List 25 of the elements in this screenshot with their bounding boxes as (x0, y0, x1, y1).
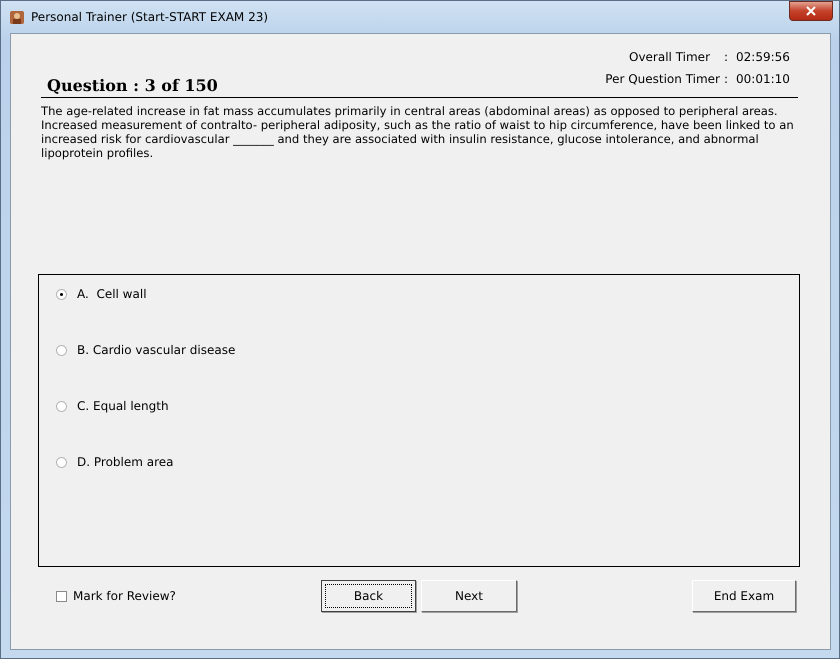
checkbox-label: Mark for Review? (73, 589, 176, 603)
checkbox[interactable] (56, 590, 67, 602)
window-title: Personal Trainer (Start-START EXAM 23) (31, 10, 270, 24)
question-heading: Question : 3 of 150 (46, 76, 218, 95)
option-label: D. Problem area (77, 455, 174, 469)
timer-label: Overall Timer (629, 50, 711, 64)
close-icon (806, 6, 816, 16)
next-button[interactable]: Next (421, 580, 517, 612)
radio-button[interactable] (56, 288, 67, 300)
option-label: B. Cardio vascular disease (77, 343, 236, 357)
radio-button[interactable] (56, 344, 67, 356)
option-label: C. Equal length (77, 399, 169, 413)
radio-button[interactable] (56, 400, 67, 412)
timer-separator: : (724, 50, 730, 64)
question-text: The age-related increase in fat mass accumulates primarily in central areas (abdominal areas) as opposed to peripheral areas. Increased measurement of contralto- peripheral adiposity, such as the ratio of waist to hip circumference, have been linked to an increased risk for cardiovascular _______ and they are associated with insulin resistance, glucose intolerance, and abnormal lipoprotein profiles. (40, 103, 795, 162)
timer-value: 02:59:56 (736, 50, 791, 64)
timer-separator: : (724, 72, 730, 86)
radio-button[interactable] (56, 456, 67, 468)
timer-value: 00:01:10 (736, 72, 791, 86)
end-exam-button[interactable]: End Exam (692, 580, 796, 612)
timer-label: Per Question Timer (605, 72, 720, 86)
back-button[interactable]: Back (321, 580, 416, 612)
app-icon (9, 9, 25, 25)
close-button[interactable] (789, 1, 833, 21)
option-label: A. Cell wall (77, 287, 147, 301)
